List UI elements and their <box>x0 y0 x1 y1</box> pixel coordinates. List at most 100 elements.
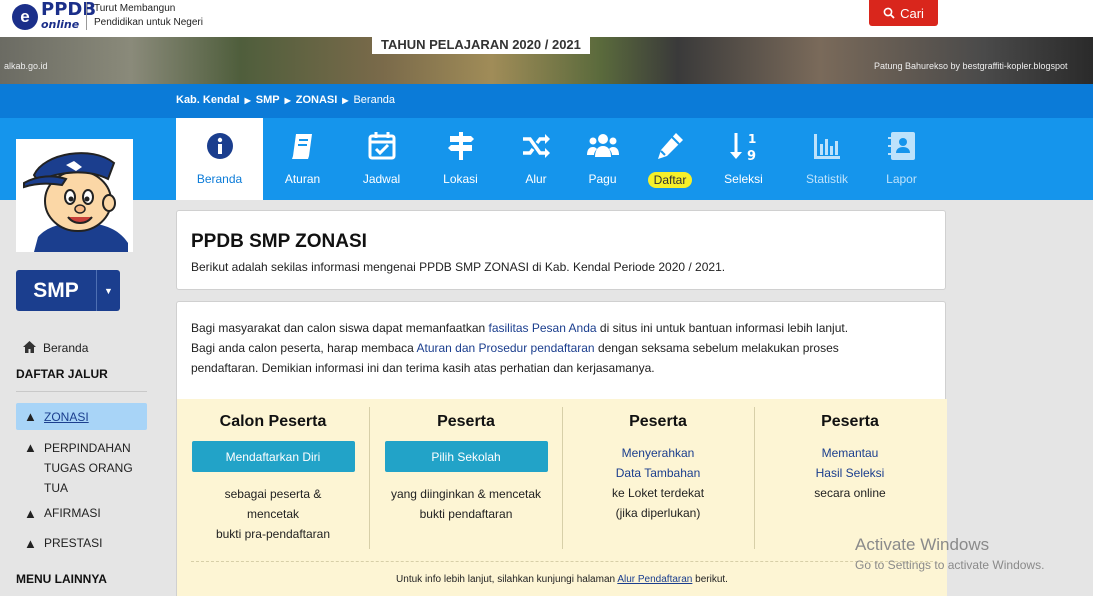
main-nav: Beranda Aturan Jadwal Lokasi Alur Pagu D… <box>176 118 929 200</box>
sidebar-item-afirmasi[interactable]: ▲ AFIRMASI <box>16 506 147 521</box>
step-heading: Peserta <box>629 413 687 430</box>
steps-divider <box>191 561 933 562</box>
banner-credit: Patung Bahurekso by bestgraffiti-kopler.… <box>874 61 1068 71</box>
alur-pendaftaran-link[interactable]: Alur Pendaftaran <box>617 574 692 585</box>
tagline: Turut Membangun Pendidikan untuk Negeri <box>86 2 203 30</box>
nav-alur[interactable]: Alur <box>500 118 572 200</box>
signpost-icon <box>447 132 474 160</box>
road-icon: ▲ <box>24 409 37 424</box>
breadcrumb-current: Beranda <box>353 94 396 106</box>
top-header: e PPDB online Turut Membangun Pendidikan… <box>0 0 1093 37</box>
nav-jadwal[interactable]: Jadwal <box>342 118 421 200</box>
nav-label: Daftar <box>647 172 693 188</box>
nav-label: Pagu <box>588 172 617 186</box>
step-heading: Calon Peserta <box>219 413 327 430</box>
svg-text:1: 1 <box>748 132 756 146</box>
sidebar-item-label: AFIRMASI <box>44 506 101 520</box>
page-title: PPDB SMP ZONASI <box>191 231 367 252</box>
bar-chart-icon <box>814 134 840 159</box>
caret-right-icon: ▶ <box>284 95 291 105</box>
shuffle-icon <box>523 134 550 158</box>
nav-label: Beranda <box>196 172 243 186</box>
level-label: SMP <box>33 278 79 302</box>
nav-seleksi[interactable]: 19 Seleksi <box>707 118 780 200</box>
register-button[interactable]: Mendaftarkan Diri <box>191 441 355 472</box>
nav-label: Seleksi <box>724 172 763 186</box>
monitor-results-link[interactable]: Memantau Hasil Seleksi <box>754 443 946 483</box>
sidebar-item-zonasi[interactable]: ▲ ZONASI <box>16 403 147 430</box>
sidebar-divider <box>16 391 147 392</box>
svg-text:9: 9 <box>747 149 756 162</box>
nav-pagu[interactable]: Pagu <box>572 118 633 200</box>
step-3: Peserta Menyerahkan Data Tambahan ke Lok… <box>562 399 754 549</box>
logo-e-icon: e <box>12 4 38 30</box>
nav-label: Lapor <box>886 172 917 186</box>
nav-label: Aturan <box>284 172 321 186</box>
breadcrumb-level[interactable]: SMP <box>256 94 280 106</box>
caret-right-icon: ▶ <box>342 95 349 105</box>
sidebar-item-prestasi[interactable]: ▲ PRESTASI <box>16 536 147 551</box>
banner-domain: alkab.go.id <box>4 61 48 71</box>
breadcrumb-kab[interactable]: Kab. Kendal <box>176 94 240 106</box>
nav-beranda[interactable]: Beranda <box>176 118 263 200</box>
users-icon <box>586 134 619 157</box>
info-card: Bagi masyarakat dan calon siswa dapat me… <box>176 301 947 596</box>
breadcrumb: Kab. Kendal ▶ SMP ▶ ZONASI ▶ Beranda <box>176 94 395 106</box>
sidebar-item-label: TUGAS ORANG <box>44 461 133 475</box>
watermark-line-1: Activate Windows <box>855 535 990 554</box>
banner-image: TAHUN PELAJARAN 2020 / 2021 alkab.go.id … <box>0 35 1093 84</box>
title-card: PPDB SMP ZONASI Berikut adalah sekilas i… <box>176 210 946 290</box>
step-1: Calon Peserta Mendaftarkan Diri sebagai … <box>177 399 369 549</box>
nav-lokasi[interactable]: Lokasi <box>421 118 500 200</box>
choose-school-button[interactable]: Pilih Sekolah <box>384 441 548 472</box>
calendar-check-icon <box>368 132 395 160</box>
search-button[interactable]: Cari <box>869 0 938 26</box>
pencil-icon <box>658 133 683 159</box>
book-icon <box>291 134 312 159</box>
tagline-line-2: Pendidikan untuk Negeri <box>94 17 203 28</box>
road-icon: ▲ <box>24 440 37 455</box>
sidebar-home-label: Beranda <box>43 341 89 355</box>
breadcrumb-bar <box>0 84 1093 118</box>
submit-data-link[interactable]: Menyerahkan Data Tambahan <box>562 443 754 483</box>
level-selector[interactable]: SMP ▼ <box>16 270 120 311</box>
caret-down-icon[interactable]: ▼ <box>96 270 120 311</box>
nav-statistik[interactable]: Statistik <box>780 118 874 200</box>
registration-steps: Calon Peserta Mendaftarkan Diri sebagai … <box>177 399 947 596</box>
search-button-label: Cari <box>900 5 924 21</box>
sidebar-item-label: ZONASI <box>44 409 89 424</box>
sidebar-item-perpindahan[interactable]: ▲ PERPINDAHAN TUGAS ORANG TUA <box>16 438 147 498</box>
footer-info: Untuk info lebih lanjut, silahkan kunjun… <box>396 574 728 585</box>
road-icon: ▲ <box>24 536 37 551</box>
breadcrumb-jalur[interactable]: ZONASI <box>296 94 338 106</box>
mascot-avatar <box>16 139 133 252</box>
nav-daftar[interactable]: Daftar <box>633 118 707 200</box>
sidebar-item-label: PERPINDAHAN <box>44 441 131 455</box>
academic-year: TAHUN PELAJARAN 2020 / 2021 <box>372 35 590 54</box>
sort-numeric-icon: 19 <box>729 132 756 162</box>
watermark-line-2: Go to Settings to activate Windows. <box>855 558 1045 572</box>
intro-text: Bagi masyarakat dan calon siswa dapat me… <box>191 321 849 375</box>
pesan-anda-link[interactable]: fasilitas Pesan Anda <box>489 321 597 335</box>
nav-aturan[interactable]: Aturan <box>263 118 342 200</box>
sidebar-home-link[interactable]: Beranda <box>23 341 88 355</box>
road-icon: ▲ <box>24 506 37 521</box>
nav-label: Jadwal <box>362 172 401 186</box>
nav-label: Statistik <box>805 172 848 186</box>
nav-lapor[interactable]: Lapor <box>874 118 929 200</box>
sidebar-item-label: PRESTASI <box>44 536 103 550</box>
student-mascot-icon <box>16 139 133 252</box>
step-heading: Peserta <box>437 413 495 430</box>
tagline-line-1: Turut Membangun <box>94 3 176 14</box>
nav-label: Alur <box>525 172 547 186</box>
info-icon <box>206 133 233 159</box>
page-subtitle: Berikut adalah sekilas informasi mengena… <box>191 260 726 274</box>
step-heading: Peserta <box>821 413 879 430</box>
ppdb-logo[interactable]: e PPDB online <box>12 0 96 34</box>
aturan-prosedur-link[interactable]: Aturan dan Prosedur pendaftaran <box>416 341 594 355</box>
home-icon <box>23 341 36 353</box>
search-icon <box>883 7 895 19</box>
step-2: Peserta Pilih Sekolah yang diinginkan & … <box>370 399 562 549</box>
nav-label: Lokasi <box>443 172 478 186</box>
section-daftar-jalur: DAFTAR JALUR <box>16 367 108 381</box>
